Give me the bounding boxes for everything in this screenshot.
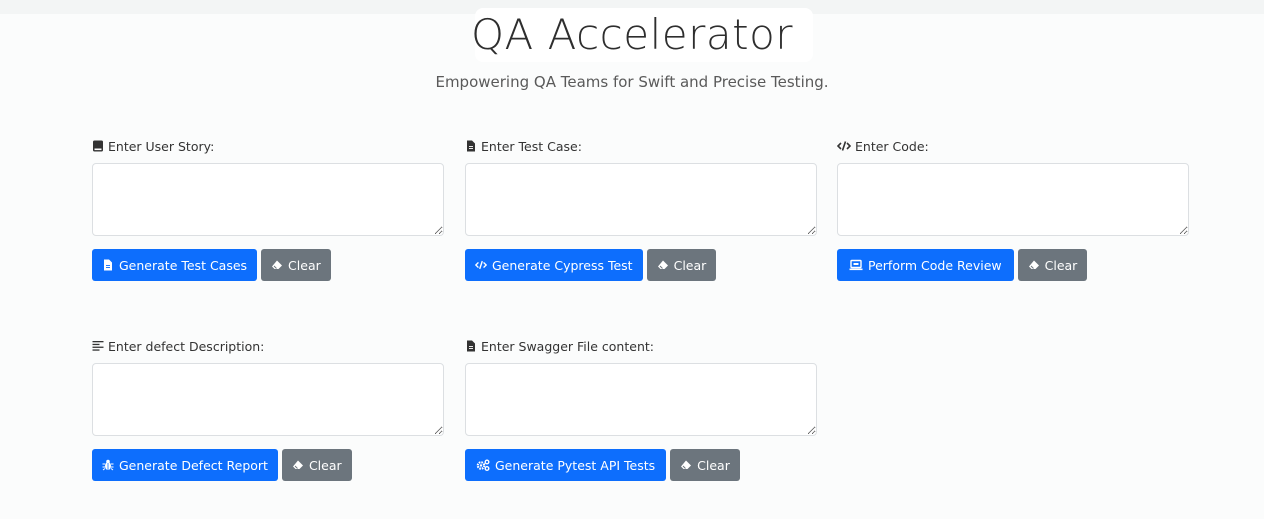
clear-label: Clear [697, 457, 730, 473]
code-label: Enter Code: [837, 138, 1189, 154]
eraser-icon [272, 260, 283, 269]
clear-defect-description-button[interactable]: Clear [281, 449, 352, 481]
code-icon [475, 260, 487, 270]
page-title: QA Accelerator [470, 10, 794, 59]
user-story-section: Enter User Story: Generate Test Cases Cl… [92, 138, 444, 281]
generate-pytest-api-tests-label: Generate Pytest API Tests [495, 457, 656, 473]
generate-cypress-test-button[interactable]: Generate Cypress Test [465, 249, 643, 281]
bug-icon [102, 459, 114, 471]
clear-swagger-button[interactable]: Clear [670, 449, 740, 481]
eraser-icon [681, 460, 692, 469]
generate-defect-report-button[interactable]: Generate Defect Report [92, 449, 278, 481]
test-case-section: Enter Test Case: Generate Cypress Test C… [465, 138, 817, 281]
file-icon [467, 340, 475, 352]
defect-description-label: Enter defect Description: [92, 338, 444, 354]
file-icon [104, 259, 112, 271]
clear-label: Clear [1044, 257, 1078, 273]
eraser-icon [292, 460, 303, 469]
generate-test-cases-button[interactable]: Generate Test Cases [92, 249, 258, 281]
code-icon [837, 141, 851, 151]
generate-defect-report-label: Generate Defect Report [119, 457, 268, 473]
clear-code-button[interactable]: Clear [1017, 249, 1088, 281]
perform-code-review-button[interactable]: Perform Code Review [837, 249, 1014, 281]
generate-test-cases-label: Generate Test Cases [119, 257, 248, 273]
generate-pytest-api-tests-button[interactable]: Generate Pytest API Tests [465, 449, 667, 481]
clear-label: Clear [288, 257, 321, 273]
test-case-input[interactable] [465, 163, 817, 236]
defect-description-input[interactable] [92, 363, 444, 436]
generate-cypress-test-label: Generate Cypress Test [492, 257, 633, 273]
clear-label: Clear [673, 257, 707, 273]
clear-label: Clear [308, 457, 342, 473]
test-case-label: Enter Test Case: [465, 138, 817, 154]
align-left-icon [92, 341, 104, 351]
swagger-input[interactable] [465, 363, 817, 436]
book-icon [93, 140, 103, 152]
swagger-section: Enter Swagger File content: Generate Pyt… [465, 338, 817, 481]
user-story-label: Enter User Story: [92, 138, 444, 154]
test-case-label-text: Enter Test Case: [481, 138, 582, 154]
code-label-text: Enter Code: [855, 138, 929, 154]
eraser-icon [1028, 260, 1039, 269]
file-icon [467, 140, 475, 152]
code-input[interactable] [837, 163, 1189, 236]
clear-test-case-button[interactable]: Clear [646, 249, 717, 281]
defect-description-label-text: Enter defect Description: [108, 338, 265, 354]
user-story-label-text: Enter User Story: [108, 138, 215, 154]
code-section: Enter Code: Perform Code Review Clear [837, 138, 1189, 281]
page-subtitle: Empowering QA Teams for Swift and Precis… [435, 73, 829, 91]
eraser-icon [657, 260, 668, 269]
laptop-icon [849, 259, 863, 271]
clear-user-story-button[interactable]: Clear [261, 249, 331, 281]
perform-code-review-label: Perform Code Review [868, 257, 1002, 273]
swagger-label-text: Enter Swagger File content: [481, 338, 654, 354]
user-story-input[interactable] [92, 163, 444, 236]
defect-description-section: Enter defect Description: Generate Defec… [92, 338, 444, 481]
swagger-label: Enter Swagger File content: [465, 338, 817, 354]
cogs-icon [476, 459, 490, 471]
